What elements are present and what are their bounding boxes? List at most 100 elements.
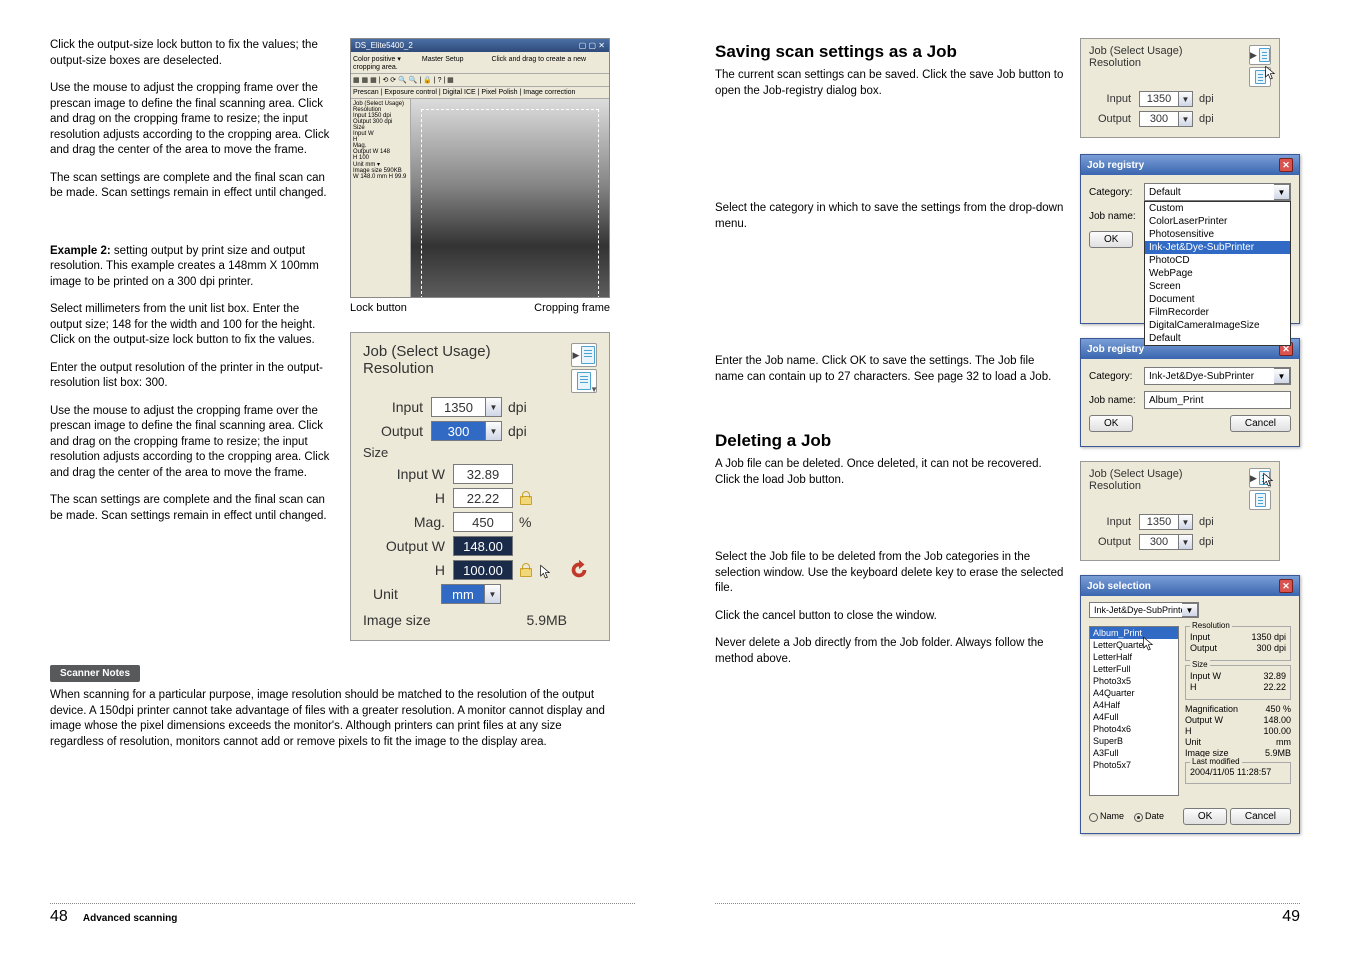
- category-option[interactable]: Document: [1145, 293, 1290, 306]
- category-label: Category:: [1089, 371, 1144, 382]
- job-list-item[interactable]: A3Full: [1090, 747, 1178, 759]
- ok-button[interactable]: OK: [1089, 231, 1133, 248]
- load-job-button[interactable]: [1249, 67, 1271, 87]
- input-h[interactable]: 22.22: [453, 488, 513, 508]
- category-option[interactable]: Ink-Jet&Dye-SubPrinter: [1145, 241, 1290, 254]
- category-option[interactable]: Screen: [1145, 280, 1290, 293]
- image-size-value: 5.9MB: [527, 612, 567, 628]
- para: Select the category in which to save the…: [715, 201, 1064, 232]
- job-list-item[interactable]: LetterQuarter: [1090, 639, 1178, 651]
- dropdown-arrow[interactable]: ▼: [486, 397, 502, 417]
- dialog-title: Job registry: [1087, 160, 1144, 171]
- document-icon: [1259, 471, 1270, 485]
- output-h-label: H: [363, 562, 445, 578]
- output-w[interactable]: 148.00: [453, 536, 513, 556]
- dropdown-arrow[interactable]: ▼: [1182, 603, 1198, 617]
- job-panel: Job (Select Usage) Resolution ▶ ▼: [350, 332, 610, 641]
- save-job-button[interactable]: ▶: [1249, 45, 1271, 65]
- dropdown-arrow[interactable]: ▼: [485, 584, 501, 604]
- lock-caption: Lock button: [350, 302, 407, 314]
- lbl: Magnification: [1185, 704, 1238, 714]
- input-w[interactable]: 32.89: [453, 464, 513, 484]
- para: Never delete a Job directly from the Job…: [715, 636, 1064, 667]
- percent-label: %: [519, 514, 531, 530]
- output-resolution[interactable]: 300: [431, 421, 486, 441]
- saving-heading: Saving scan settings as a Job: [715, 42, 1064, 62]
- dropdown-arrow[interactable]: ▼: [1274, 184, 1290, 200]
- category-option[interactable]: DigitalCameraImageSize: [1145, 319, 1290, 332]
- cancel-button[interactable]: Cancel: [1230, 808, 1291, 825]
- dropdown-arrow[interactable]: ▼: [1179, 91, 1193, 107]
- category-option[interactable]: Photosensitive: [1145, 228, 1290, 241]
- job-list-item[interactable]: A4Quarter: [1090, 687, 1178, 699]
- job-list-item[interactable]: LetterHalf: [1090, 651, 1178, 663]
- cursor-icon: [538, 562, 554, 582]
- job-list-item[interactable]: A4Full: [1090, 711, 1178, 723]
- scanner-window-screenshot: DS_Elite5400_2▢ ▢ ✕ Color positive ▾ Mas…: [350, 38, 610, 298]
- jobname-input[interactable]: Album_Print: [1144, 391, 1291, 409]
- load-job-button[interactable]: ▼: [571, 369, 597, 393]
- unit-select[interactable]: mm: [441, 584, 485, 604]
- close-icon[interactable]: ✕: [1279, 579, 1293, 593]
- ok-button[interactable]: OK: [1089, 415, 1133, 432]
- job-list-item[interactable]: Photo3x5: [1090, 675, 1178, 687]
- category-option[interactable]: PhotoCD: [1145, 254, 1290, 267]
- load-job-button[interactable]: [1249, 490, 1271, 510]
- image-size-label: Image size: [363, 612, 431, 628]
- output-resolution[interactable]: 300: [1139, 111, 1179, 127]
- job-list-item[interactable]: SuperB: [1090, 735, 1178, 747]
- input-resolution[interactable]: 1350: [1139, 514, 1179, 530]
- input-resolution[interactable]: 1350: [1139, 91, 1179, 107]
- category-select[interactable]: Ink-Jet&Dye-SubPrinter▼: [1144, 367, 1291, 385]
- dialog-title: Job selection: [1087, 581, 1151, 592]
- job-list-item[interactable]: LetterFull: [1090, 663, 1178, 675]
- para: The scan settings are complete and the f…: [50, 171, 330, 202]
- magnification[interactable]: 450: [453, 512, 513, 532]
- input-resolution[interactable]: 1350: [431, 397, 486, 417]
- dropdown-arrow[interactable]: ▼: [1179, 111, 1193, 127]
- job-listbox[interactable]: Album_PrintLetterQuarterLetterHalfLetter…: [1089, 626, 1179, 796]
- cancel-button[interactable]: Cancel: [1230, 415, 1291, 432]
- output-resolution[interactable]: 300: [1139, 534, 1179, 550]
- save-job-button[interactable]: ▶: [571, 343, 597, 367]
- category-option[interactable]: Custom: [1145, 202, 1290, 215]
- ok-button[interactable]: OK: [1183, 808, 1227, 825]
- lbl: H: [1190, 682, 1197, 692]
- category-option[interactable]: ColorLaserPrinter: [1145, 215, 1290, 228]
- res-label: Resolution: [1089, 480, 1183, 492]
- triangle-icon: ▶: [573, 350, 580, 361]
- category-options[interactable]: CustomColorLaserPrinterPhotosensitiveInk…: [1144, 201, 1291, 346]
- category-option[interactable]: FilmRecorder: [1145, 306, 1290, 319]
- lock-icon[interactable]: [519, 491, 533, 505]
- dropdown-arrow[interactable]: ▼: [486, 421, 502, 441]
- unit-label: Unit: [373, 586, 433, 602]
- reset-icon[interactable]: [567, 559, 591, 581]
- page-footer: 49: [1270, 908, 1300, 926]
- input-label: Input: [363, 399, 423, 415]
- document-icon: [1255, 70, 1266, 84]
- job-list-item[interactable]: Album_Print: [1090, 627, 1178, 639]
- job-list-item[interactable]: Photo4x6: [1090, 723, 1178, 735]
- close-icon[interactable]: ✕: [1279, 158, 1293, 172]
- dialog-title: Job registry: [1087, 344, 1144, 355]
- lock-icon[interactable]: [519, 563, 533, 577]
- dropdown-arrow[interactable]: ▼: [1179, 514, 1193, 530]
- document-icon: [1255, 493, 1266, 507]
- dropdown-arrow[interactable]: ▼: [1274, 368, 1290, 384]
- output-label: Output: [1089, 536, 1131, 548]
- category-option[interactable]: WebPage: [1145, 267, 1290, 280]
- scanner-notes-tag: Scanner Notes: [50, 665, 140, 682]
- category-select[interactable]: Ink-Jet&Dye-SubPrinter▼: [1089, 602, 1199, 618]
- group-label: Resolution: [1190, 621, 1232, 630]
- category-option[interactable]: Default: [1145, 332, 1290, 345]
- dropdown-arrow[interactable]: ▼: [1179, 534, 1193, 550]
- chevron-down-icon: ▼: [590, 385, 598, 394]
- date-radio[interactable]: [1134, 813, 1143, 822]
- output-h[interactable]: 100.00: [453, 560, 513, 580]
- job-list-item[interactable]: A4Half: [1090, 699, 1178, 711]
- name-radio[interactable]: [1089, 813, 1098, 822]
- job-list-item[interactable]: Photo5x7: [1090, 759, 1178, 771]
- save-job-button[interactable]: ▶: [1249, 468, 1271, 488]
- category-select[interactable]: Default▼: [1144, 183, 1291, 201]
- output-label: Output: [1089, 113, 1131, 125]
